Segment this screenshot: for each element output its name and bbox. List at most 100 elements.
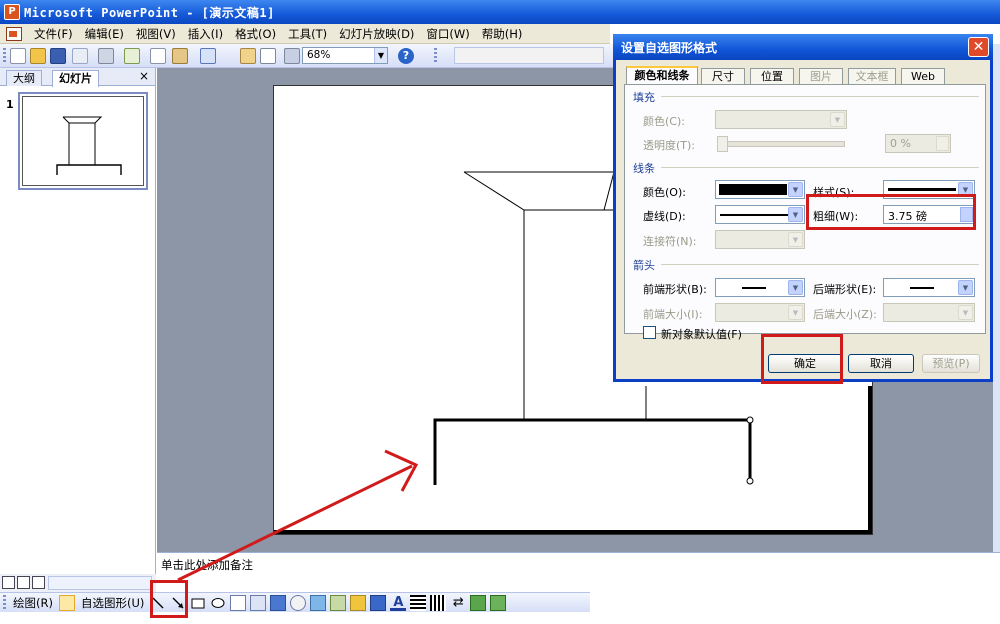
tab-picture: 图片 <box>799 68 843 84</box>
arrows-section-heading: 箭头 <box>633 259 655 272</box>
document-icon[interactable] <box>6 26 22 41</box>
menu-bar: 文件(F) 编辑(E) 视图(V) 插入(I) 格式(O) 工具(T) 幻灯片放… <box>0 24 610 44</box>
base-bracket-shape[interactable] <box>433 418 750 485</box>
menu-view[interactable]: 视图(V) <box>130 25 182 43</box>
font-name-combo[interactable] <box>454 47 604 64</box>
dash-combo[interactable]: ▼ <box>715 205 805 224</box>
default-checkbox[interactable] <box>643 326 656 339</box>
tab-outline[interactable]: 大纲 <box>6 70 42 86</box>
select-objects-icon[interactable] <box>58 594 75 611</box>
funnel-top-shape[interactable] <box>463 171 615 211</box>
draw-menu[interactable]: 绘图(R) <box>9 595 57 611</box>
menu-edit[interactable]: 编辑(E) <box>79 25 130 43</box>
toolbar-grip[interactable] <box>3 48 6 64</box>
thumbnail-drawing <box>56 116 122 175</box>
chevron-down-icon[interactable]: ▼ <box>958 280 973 295</box>
toolbar-grip[interactable] <box>3 594 6 611</box>
view-buttons-bar <box>0 574 156 592</box>
arrow-style-icon[interactable]: ⇄ <box>450 595 466 611</box>
diagram-icon[interactable] <box>290 594 307 611</box>
new-icon[interactable] <box>10 48 26 64</box>
tab-web[interactable]: Web <box>901 68 945 84</box>
fill-color-combo: ▼ <box>715 110 847 129</box>
line-style-icon[interactable] <box>410 594 427 611</box>
chevron-down-icon[interactable]: ▼ <box>788 280 803 295</box>
line-color-icon[interactable] <box>370 594 387 611</box>
close-icon[interactable]: ✕ <box>968 37 989 57</box>
tab-position[interactable]: 位置 <box>750 68 794 84</box>
menu-file[interactable]: 文件(F) <box>28 25 79 43</box>
normal-view-icon[interactable] <box>2 576 15 589</box>
spelling-icon[interactable] <box>124 48 140 64</box>
clipart-icon[interactable] <box>310 594 327 611</box>
zoom-combo[interactable]: 68% ▼ <box>302 47 388 64</box>
help-icon[interactable]: ? <box>398 48 414 64</box>
line-color-combo[interactable]: ▼ <box>715 180 805 199</box>
print-icon[interactable] <box>98 48 114 64</box>
font-color-icon[interactable]: A <box>390 595 407 611</box>
dash-style-icon[interactable] <box>430 594 447 611</box>
chevron-down-icon[interactable]: ▼ <box>788 182 803 197</box>
default-checkbox-label: 新对象默认值(F) <box>661 328 742 341</box>
rectangle-tool-icon[interactable] <box>190 595 206 611</box>
fill-section-heading: 填充 <box>633 91 655 104</box>
close-icon[interactable]: × <box>139 69 149 83</box>
copy-icon[interactable] <box>150 48 166 64</box>
open-icon[interactable] <box>30 48 46 64</box>
toolbar-grip[interactable] <box>434 48 437 64</box>
highlight-line-tool <box>150 580 188 618</box>
cancel-button[interactable]: 取消 <box>848 354 914 373</box>
menu-window[interactable]: 窗口(W) <box>420 25 475 43</box>
fill-color-icon[interactable] <box>350 594 367 611</box>
3d-style-icon[interactable] <box>490 594 507 611</box>
end-style-combo[interactable]: ▼ <box>883 278 975 297</box>
selection-handle[interactable] <box>746 416 754 424</box>
insert-picture-icon[interactable] <box>330 594 347 611</box>
menu-slideshow[interactable]: 幻灯片放映(D) <box>333 25 420 43</box>
oval-tool-icon[interactable] <box>210 595 226 611</box>
begin-style-combo[interactable]: ▼ <box>715 278 805 297</box>
menu-format[interactable]: 格式(O) <box>229 25 282 43</box>
permission-icon[interactable] <box>72 48 88 64</box>
chevron-down-icon: ▼ <box>830 112 845 127</box>
chevron-down-icon[interactable]: ▼ <box>788 207 803 222</box>
window-title-bar: P Microsoft PowerPoint - [演示文稿1] <box>0 0 1000 24</box>
window-title: Microsoft PowerPoint - [演示文稿1] <box>24 6 275 20</box>
slide-sorter-icon[interactable] <box>17 576 30 589</box>
begin-style-label: 前端形状(B): <box>643 283 707 296</box>
shadow-style-icon[interactable] <box>470 594 487 611</box>
menu-insert[interactable]: 插入(I) <box>182 25 229 43</box>
textbox-icon[interactable] <box>230 594 247 611</box>
powerpoint-app-icon[interactable]: P <box>4 4 20 20</box>
dialog-title-bar[interactable]: 设置自选图形格式 ✕ <box>613 34 993 60</box>
selection-handle[interactable] <box>746 477 754 485</box>
wordart-icon[interactable] <box>270 594 287 611</box>
tab-slides[interactable]: 幻灯片 <box>52 70 99 87</box>
autoshapes-menu[interactable]: 自选图形(U) <box>77 595 148 611</box>
slides-panel: 大纲 幻灯片 × 1 <box>0 68 156 574</box>
slideshow-icon[interactable] <box>32 576 45 589</box>
save-icon[interactable] <box>50 48 66 64</box>
connector-combo: ▼ <box>715 230 805 249</box>
menu-help[interactable]: 帮助(H) <box>476 25 529 43</box>
tab-size[interactable]: 尺寸 <box>701 68 745 84</box>
horizontal-scrollbar[interactable] <box>48 576 152 590</box>
insert-table-icon[interactable] <box>260 48 276 64</box>
spinner-arrows <box>936 136 949 151</box>
tab-colors-lines[interactable]: 颜色和线条 <box>626 66 698 85</box>
paste-icon[interactable] <box>172 48 188 64</box>
menu-tools[interactable]: 工具(T) <box>282 25 333 43</box>
show-grid-icon[interactable] <box>284 48 300 64</box>
insert-chart-icon[interactable] <box>240 48 256 64</box>
chevron-down-icon[interactable]: ▼ <box>374 48 387 63</box>
transparency-slider-track <box>717 141 845 147</box>
formatting-toolbar <box>446 44 616 68</box>
line-color-swatch <box>719 184 787 195</box>
panel-tabs: 大纲 幻灯片 × <box>0 68 155 87</box>
vertical-textbox-icon[interactable] <box>250 594 267 611</box>
notes-pane[interactable]: 单击此处添加备注 <box>157 552 1000 574</box>
vertical-scrollbar[interactable] <box>993 44 1000 552</box>
highlight-ok-button <box>761 334 843 384</box>
slide-thumbnail[interactable] <box>18 92 148 190</box>
undo-icon[interactable] <box>200 48 216 64</box>
